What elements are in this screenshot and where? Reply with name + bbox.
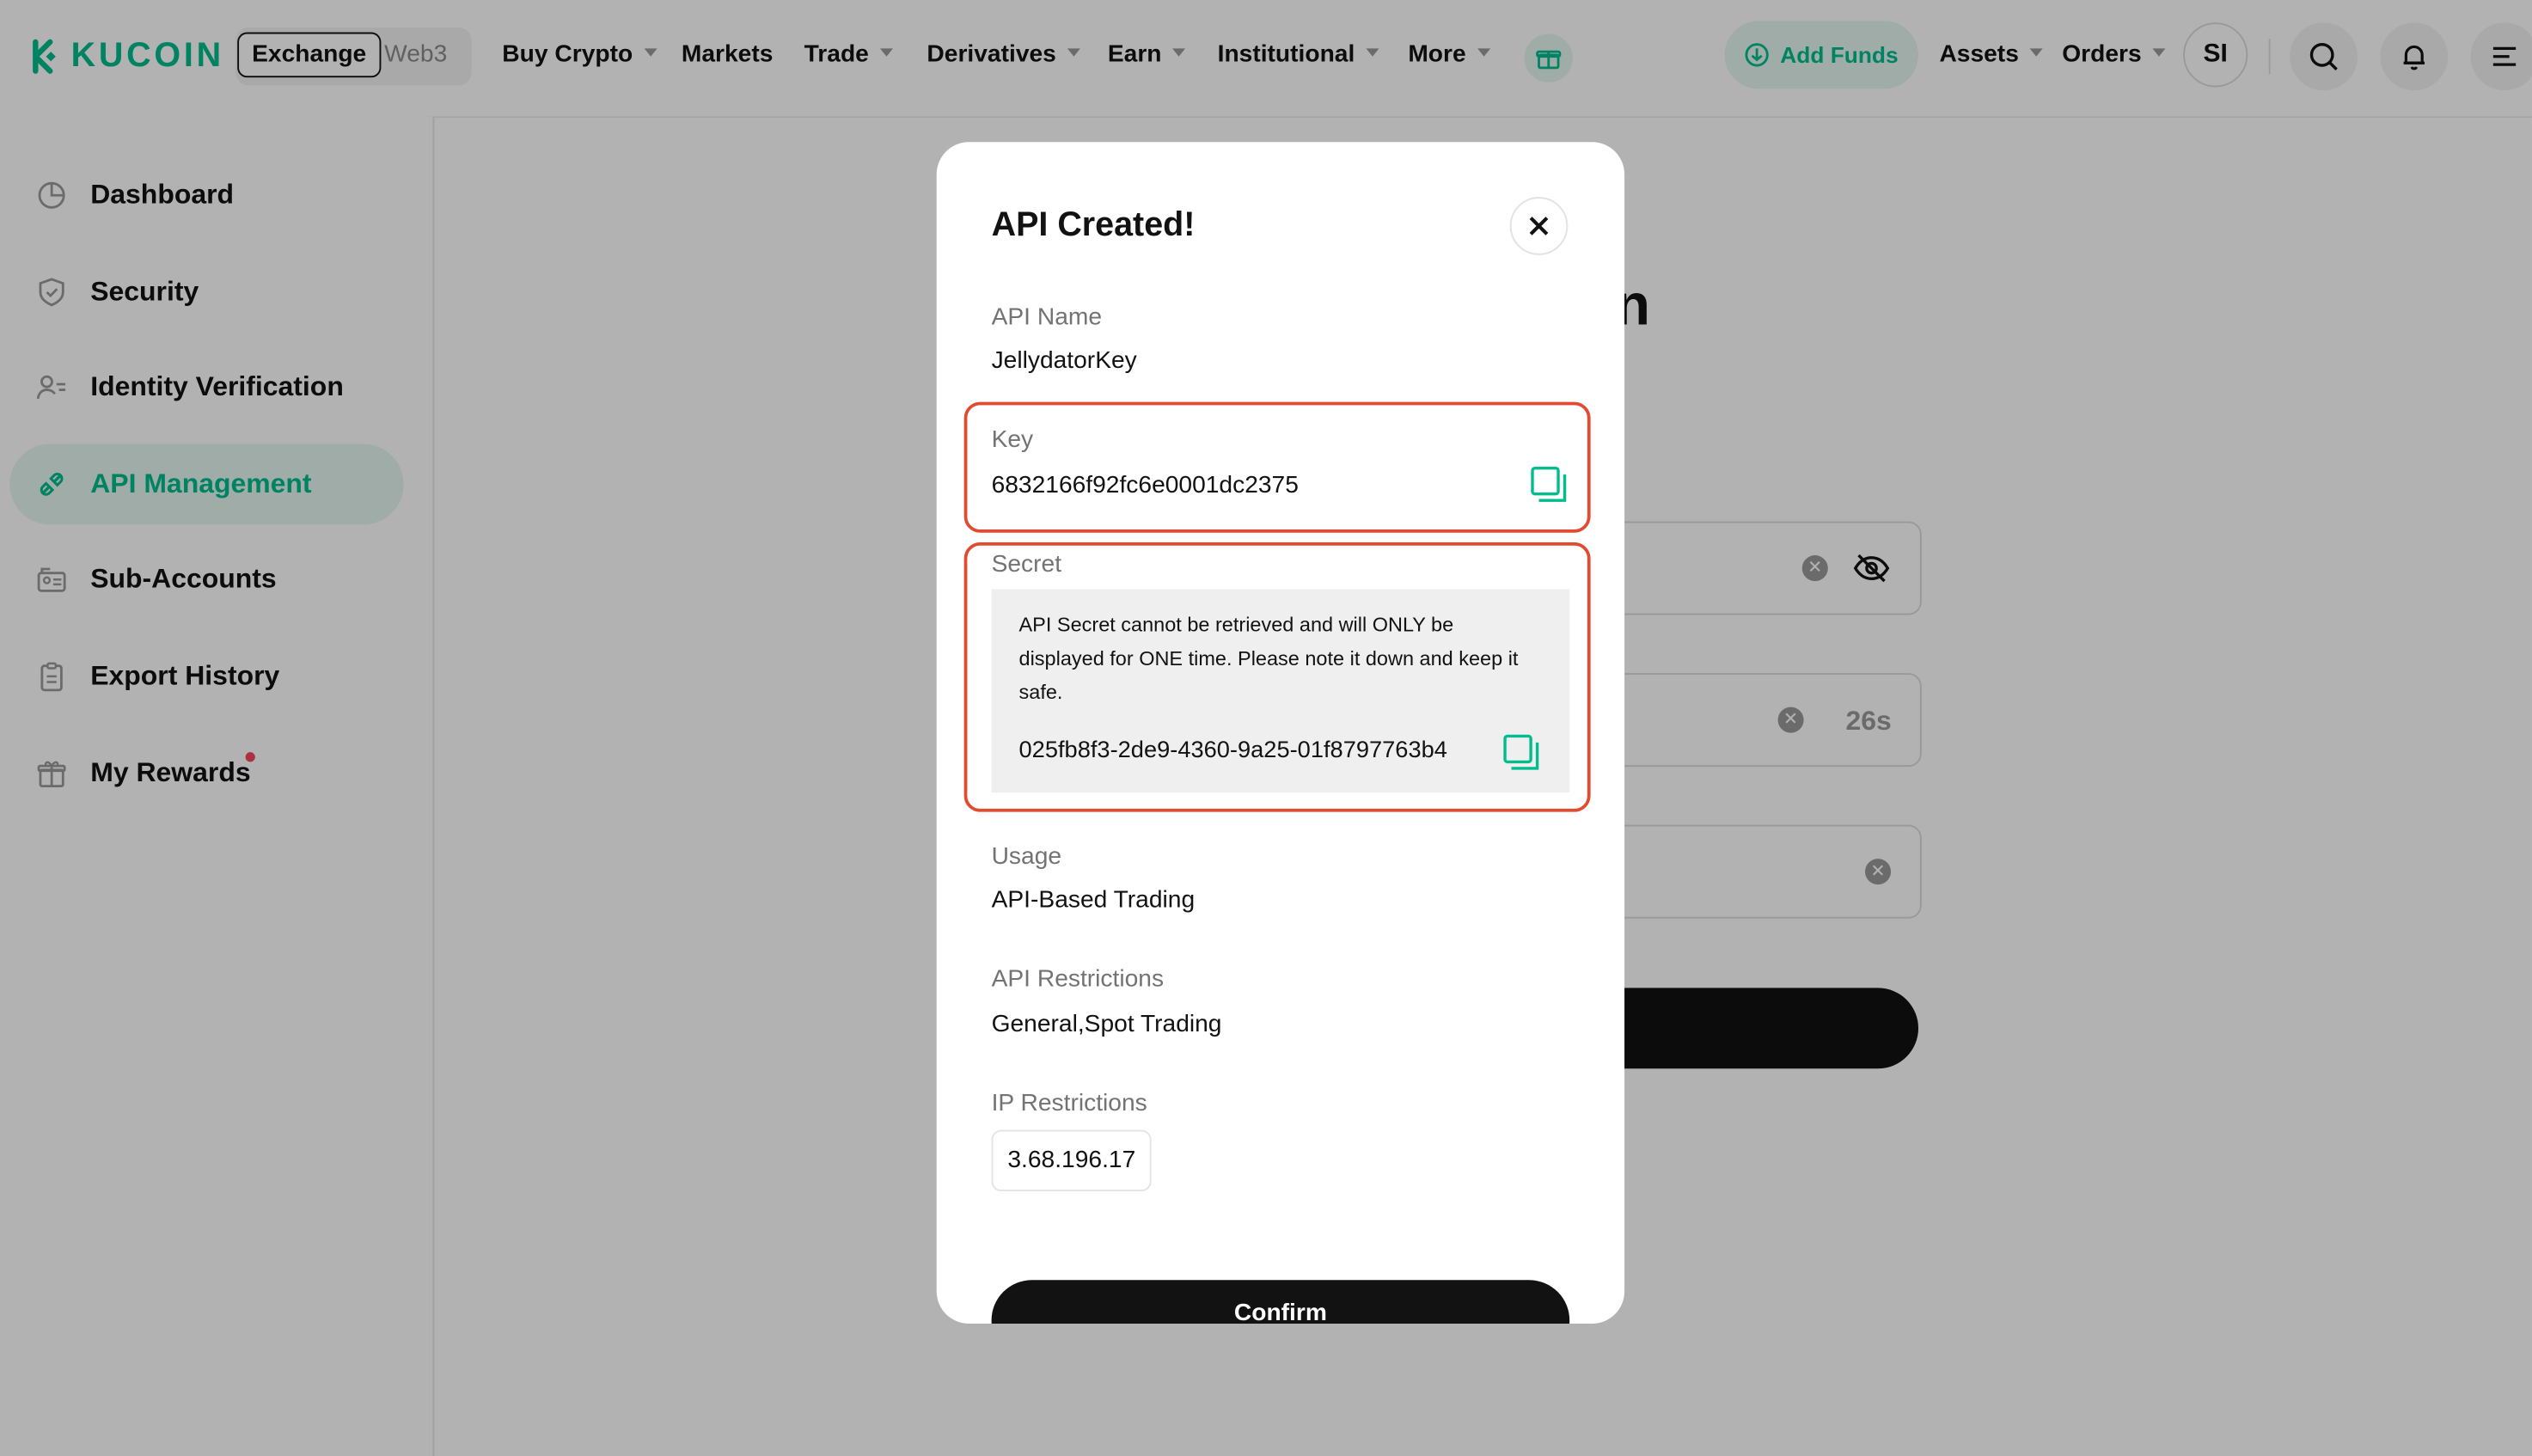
api-created-modal: API Created! API Name JellydatorKey Key …: [936, 142, 1625, 1324]
key-label: Key: [991, 425, 1034, 454]
usage-value: API-Based Trading: [991, 886, 1196, 914]
secret-value: 025fb8f3-2de9-4360-9a25-01f8797763b4: [1018, 737, 1447, 764]
secret-warning-text: API Secret cannot be retrieved and will …: [1018, 613, 1519, 704]
key-value: 6832166f92fc6e0001dc2375: [991, 471, 1299, 499]
secret-panel: API Secret cannot be retrieved and will …: [991, 589, 1570, 793]
close-button[interactable]: [1509, 197, 1569, 255]
page: KUCOIN Exchange Web3 Buy Crypto Markets …: [0, 0, 2532, 1456]
api-name-value: JellydatorKey: [991, 346, 1137, 375]
ip-restrictions-label: IP Restrictions: [991, 1089, 1147, 1117]
api-name-label: API Name: [991, 303, 1103, 332]
key-highlight-box: [963, 401, 1591, 533]
usage-label: Usage: [991, 842, 1062, 871]
close-icon: [1529, 217, 1549, 236]
secret-label: Secret: [991, 550, 1062, 578]
api-restrictions-label: API Restrictions: [991, 965, 1165, 994]
ip-address-chip: 3.68.196.17: [991, 1129, 1153, 1192]
copy-key-icon[interactable]: [1529, 465, 1568, 504]
modal-title: API Created!: [991, 206, 1196, 244]
copy-secret-icon[interactable]: [1501, 733, 1540, 772]
confirm-button[interactable]: Confirm: [991, 1280, 1570, 1324]
api-restrictions-value: General,Spot Trading: [991, 1010, 1222, 1038]
